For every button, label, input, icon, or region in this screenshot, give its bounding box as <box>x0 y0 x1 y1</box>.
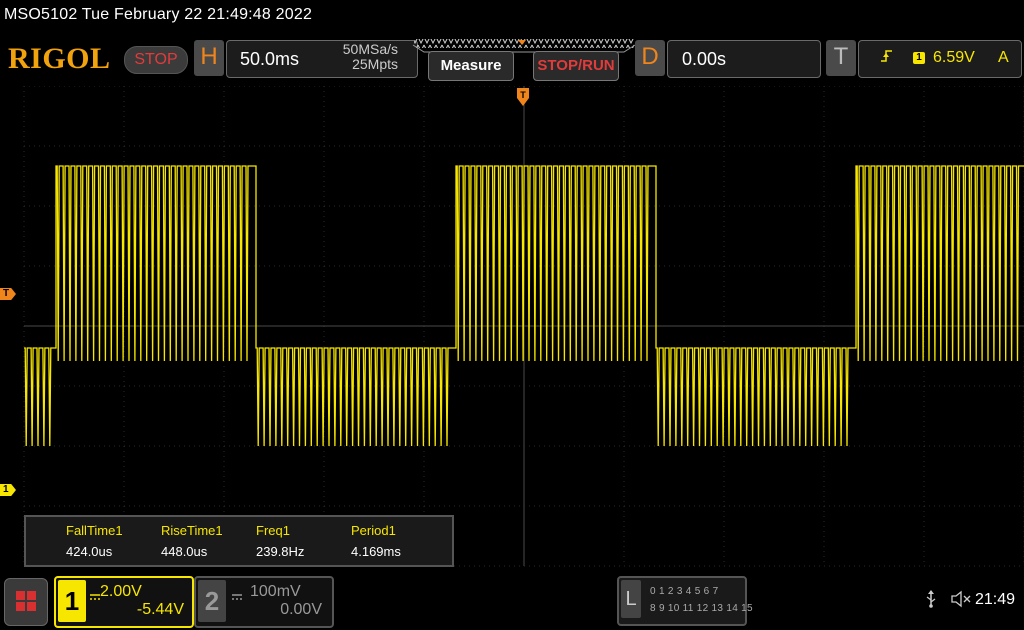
graticule <box>23 86 1024 567</box>
memory-depth: 25Mpts <box>352 56 398 72</box>
measurement-value: 4.169ms <box>351 544 401 559</box>
measurement-value: 424.0us <box>66 544 113 559</box>
menu-grid-icon <box>16 591 36 611</box>
trigger-menu-button[interactable]: T <box>826 40 856 76</box>
stop-run-button[interactable]: STOP/RUN <box>533 51 619 81</box>
logic-analyzer-letter: L <box>621 580 641 618</box>
trigger-source-badge: 1 <box>913 52 925 64</box>
rigol-logo: RIGOL <box>8 42 111 75</box>
trigger-position-label: T <box>520 90 526 100</box>
channel1-number: 1 <box>58 580 86 622</box>
logic-channels-0-7: 0 1 2 3 4 5 6 7 <box>650 586 719 597</box>
system-clock: 21:49 <box>975 591 1016 608</box>
speaker-mute-icon[interactable] <box>950 590 972 613</box>
measure-button[interactable]: Measure <box>428 51 514 81</box>
trigger-mode: A <box>998 49 1009 66</box>
rising-edge-icon <box>880 48 894 67</box>
measurement-value: 448.0us <box>161 544 208 559</box>
logic-channels-8-15: 8 9 10 11 12 13 14 15 <box>650 603 753 614</box>
sample-rate: 50MSa/s <box>342 41 398 57</box>
main-menu-button[interactable] <box>4 578 48 626</box>
measurement-value: 239.8Hz <box>256 544 305 559</box>
delay-menu-button[interactable]: D <box>635 40 665 76</box>
measurement-label: Freq1 <box>256 523 290 538</box>
acquisition-info: 50MSa/s 25Mpts <box>332 42 398 72</box>
status-line: MSO5102 Tue February 22 21:49:48 2022 <box>4 6 313 23</box>
run-state-button[interactable]: STOP <box>124 46 188 74</box>
channel2-number: 2 <box>198 580 226 622</box>
measurement-label: FallTime1 <box>66 523 123 538</box>
measurement-label: Period1 <box>351 523 396 538</box>
trigger-level-value: 6.59V <box>933 49 975 66</box>
usb-icon <box>924 590 938 613</box>
timebase-value: 50.0ms <box>240 49 300 69</box>
horizontal-menu-button[interactable]: H <box>194 40 224 76</box>
delay-value: 0.00s <box>682 49 727 69</box>
channel2-scale: 100mV <box>250 583 301 600</box>
channel1-scale: 2.00V <box>100 583 142 600</box>
dc-coupling-icon <box>90 588 100 606</box>
measurement-label: RiseTime1 <box>161 523 223 538</box>
channel2-offset: 0.00V <box>280 601 322 618</box>
channel1-offset: -5.44V <box>136 601 184 618</box>
waveform-display[interactable]: T <box>0 86 1024 578</box>
